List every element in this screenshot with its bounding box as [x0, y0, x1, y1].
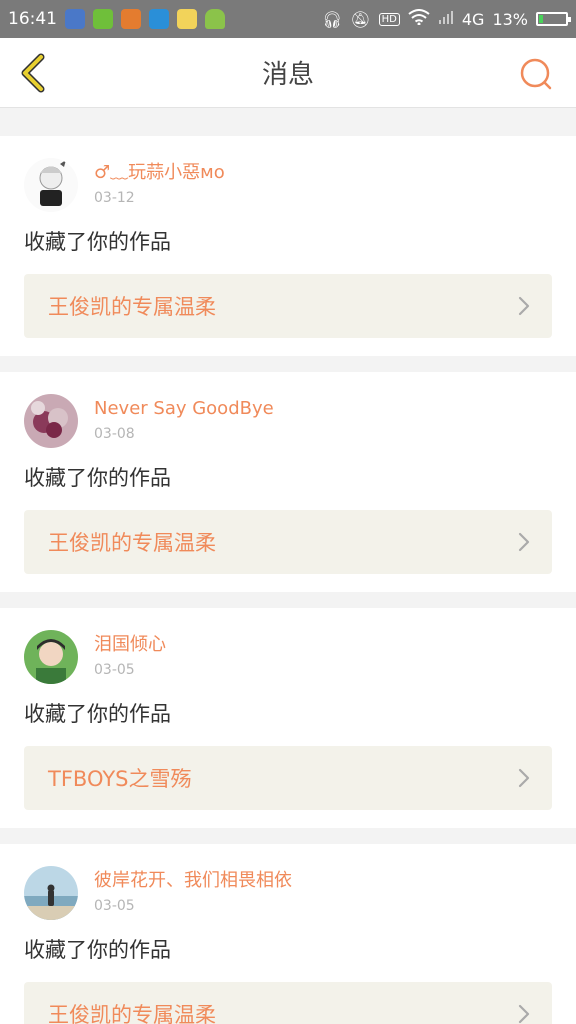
work-link[interactable]: 王俊凯的专属温柔	[24, 982, 552, 1024]
chevron-right-icon	[518, 296, 530, 316]
avatar[interactable]	[24, 630, 78, 684]
message-list: ♂﹏玩蒜小惡мo 03-12 收藏了你的作品 王俊凯的专属温柔 Never Sa…	[0, 108, 576, 1024]
username[interactable]: Never Say GoodBye	[94, 398, 274, 420]
app-notification-icon-4	[177, 9, 197, 29]
search-button[interactable]	[516, 54, 556, 94]
avatar[interactable]	[24, 394, 78, 448]
page-title: 消息	[261, 60, 314, 90]
message-card: ♂﹏玩蒜小惡мo 03-12 收藏了你的作品 王俊凯的专属温柔	[0, 136, 576, 356]
wifi-icon	[408, 9, 430, 29]
message-date: 03-05	[94, 662, 135, 678]
android-icon	[205, 9, 225, 29]
mute-icon: 🔕︎	[350, 9, 371, 29]
chevron-right-icon	[518, 768, 530, 788]
message-action: 收藏了你的作品	[24, 702, 171, 726]
work-title: TFBOYS之雪殇	[48, 767, 192, 791]
work-link[interactable]: 王俊凯的专属温柔	[24, 274, 552, 338]
message-card: 泪国倾心 03-05 收藏了你的作品 TFBOYS之雪殇	[0, 608, 576, 828]
network-type: 4G	[461, 9, 485, 29]
scan-notification-icon	[149, 9, 169, 29]
battery-icon	[536, 12, 571, 26]
app-notification-icon-3	[121, 9, 141, 29]
signal-icon	[438, 9, 454, 29]
message-date: 03-08	[94, 426, 135, 442]
battery-percent: 13%	[492, 9, 528, 29]
chevron-right-icon	[518, 532, 530, 552]
headphone-icon: 🎧︎	[322, 9, 343, 29]
hd-icon: HD	[378, 12, 400, 26]
app-notification-icon-1	[65, 9, 85, 29]
avatar[interactable]	[24, 158, 78, 212]
avatar[interactable]	[24, 866, 78, 920]
message-date: 03-12	[94, 190, 135, 206]
back-button[interactable]	[14, 52, 54, 94]
app-notification-icon-2	[93, 9, 113, 29]
message-action: 收藏了你的作品	[24, 938, 171, 962]
username[interactable]: 泪国倾心	[94, 634, 166, 656]
back-arrow-icon	[21, 53, 45, 93]
message-card: Never Say GoodBye 03-08 收藏了你的作品 王俊凯的专属温柔	[0, 372, 576, 592]
chevron-right-icon	[518, 1004, 530, 1024]
message-date: 03-05	[94, 898, 135, 914]
work-link[interactable]: 王俊凯的专属温柔	[24, 510, 552, 574]
username[interactable]: 彼岸花开、我们相畏相依	[94, 870, 292, 892]
work-title: 王俊凯的专属温柔	[48, 1003, 216, 1024]
search-icon	[520, 58, 552, 90]
message-card: 彼岸花开、我们相畏相依 03-05 收藏了你的作品 王俊凯的专属温柔	[0, 844, 576, 1024]
username[interactable]: ♂﹏玩蒜小惡мo	[94, 162, 225, 184]
status-time: 16:41	[8, 9, 57, 29]
work-title: 王俊凯的专属温柔	[48, 531, 216, 555]
status-bar: 16:41 🎧︎ 🔕︎ HD 4G 13%	[0, 0, 576, 38]
message-action: 收藏了你的作品	[24, 466, 171, 490]
app-bar: 消息	[0, 38, 576, 108]
work-link[interactable]: TFBOYS之雪殇	[24, 746, 552, 810]
message-action: 收藏了你的作品	[24, 230, 171, 254]
work-title: 王俊凯的专属温柔	[48, 295, 216, 319]
